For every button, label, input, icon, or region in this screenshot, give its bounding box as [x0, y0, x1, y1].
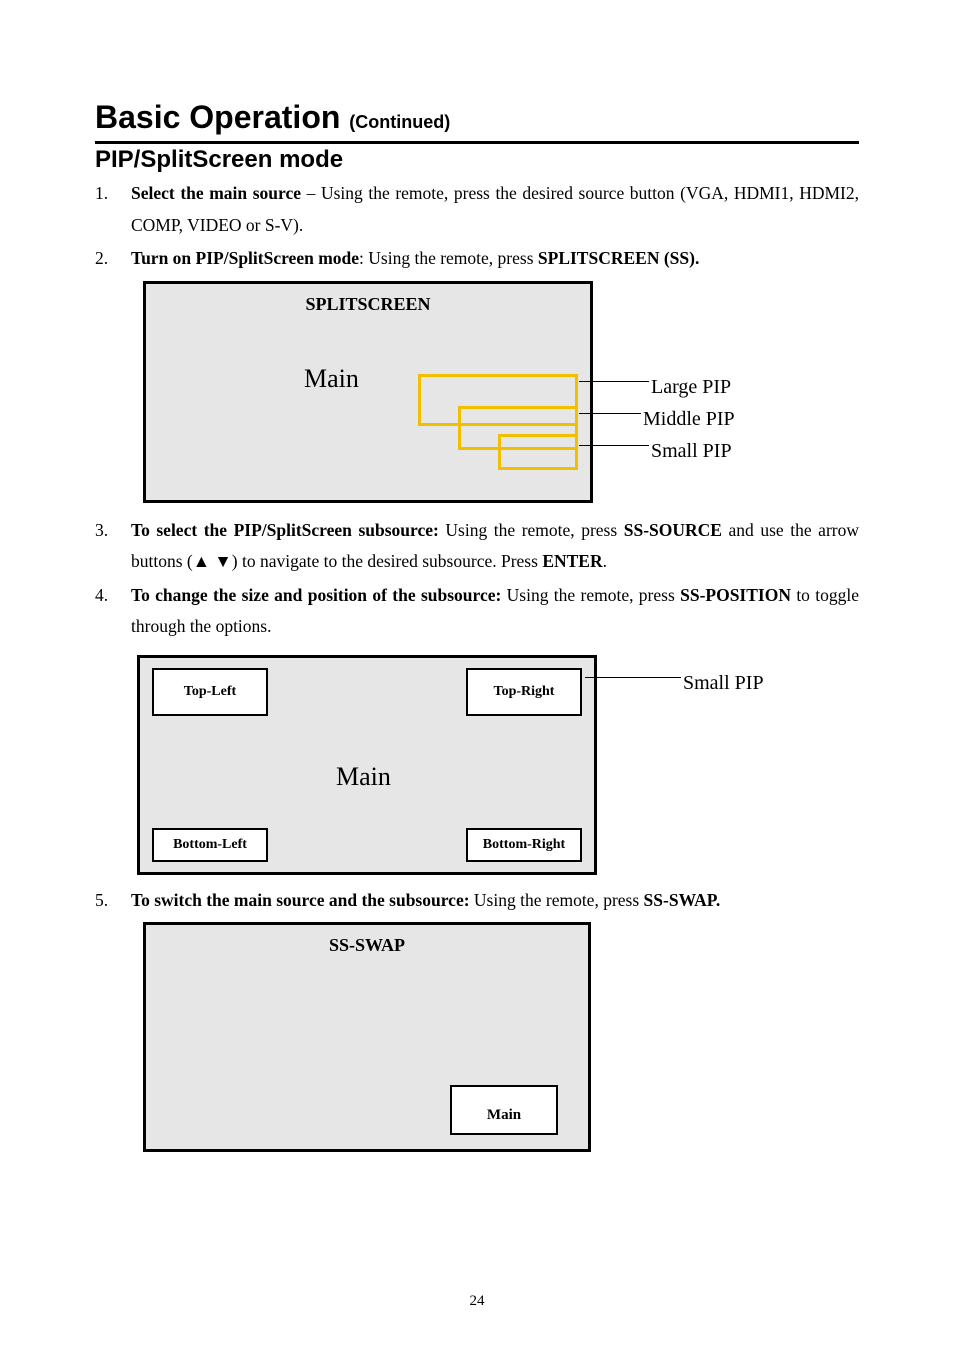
position-diagram: Top-Left Top-Right Bottom-Left Bottom-Ri… — [137, 655, 597, 875]
page-heading: Basic Operation (Continued) — [95, 100, 859, 135]
splitscreen-title: SPLITSCREEN — [146, 288, 590, 320]
step-1: Select the main source – Using the remot… — [95, 178, 859, 241]
step-3: To select the PIP/SplitScreen subsource:… — [95, 515, 859, 578]
step-4-lead: To change the size and position of the s… — [131, 585, 501, 605]
ssswap-title: SS-SWAP — [146, 929, 588, 961]
label-small-pip: Small PIP — [651, 433, 732, 469]
heading-continued: (Continued) — [349, 112, 450, 132]
corner-top-left: Top-Left — [152, 668, 268, 716]
heading-rule — [95, 141, 859, 144]
position-main-label: Main — [336, 754, 391, 801]
diagram-splitscreen-row: SPLITSCREEN Main Large PIP Middle PIP Sm… — [131, 281, 859, 513]
heading-title: Basic Operation — [95, 99, 349, 135]
ssswap-main-box: Main — [450, 1085, 558, 1135]
step-5-text1: Using the remote, press — [470, 890, 644, 910]
section-title: PIP/SplitScreen mode — [95, 146, 859, 174]
step-5-bold2: SS-SWAP. — [644, 890, 721, 910]
corner-bottom-right: Bottom-Right — [466, 828, 582, 862]
corner-top-right: Top-Right — [466, 668, 582, 716]
ssswap-diagram: SS-SWAP Main — [143, 922, 591, 1152]
step-3-text3: . — [603, 551, 607, 571]
step-2-lead: Turn on PIP/SplitScreen mode — [131, 248, 359, 268]
pip-small-box — [498, 434, 578, 470]
step-3-bold2: SS-SOURCE — [624, 520, 722, 540]
leader-line-small-pip2 — [585, 677, 681, 678]
page-number: 24 — [0, 1293, 954, 1310]
step-2-bold2: SPLITSCREEN (SS). — [538, 248, 699, 268]
step-2: Turn on PIP/SplitScreen mode: Using the … — [95, 243, 859, 513]
leader-line-small — [579, 445, 649, 446]
diagram-position-row: Top-Left Top-Right Bottom-Left Bottom-Ri… — [131, 649, 859, 883]
step-5-lead: To switch the main source and the subsou… — [131, 890, 470, 910]
corner-bottom-left: Bottom-Left — [152, 828, 268, 862]
step-3-bold3: ENTER — [542, 551, 602, 571]
position-labels: Small PIP — [597, 649, 847, 883]
leader-line-large — [579, 381, 649, 382]
step-4-text1: Using the remote, press — [501, 585, 680, 605]
step-3-lead: To select the PIP/SplitScreen subsource: — [131, 520, 439, 540]
step-2-text1: : Using the remote, press — [359, 248, 538, 268]
label-small-pip2: Small PIP — [683, 665, 764, 701]
label-large-pip: Large PIP — [651, 369, 731, 405]
step-1-lead: Select the main source — [131, 183, 301, 203]
label-middle-pip: Middle PIP — [643, 401, 735, 437]
splitscreen-main-label: Main — [304, 356, 359, 403]
step-3-text1: Using the remote, press — [439, 520, 624, 540]
step-4-bold2: SS-POSITION — [680, 585, 791, 605]
step-5: To switch the main source and the subsou… — [95, 885, 859, 1153]
step-4: To change the size and position of the s… — [95, 580, 859, 883]
splitscreen-diagram: SPLITSCREEN Main — [143, 281, 593, 503]
splitscreen-labels: Large PIP Middle PIP Small PIP — [593, 281, 843, 513]
leader-line-middle — [579, 413, 641, 414]
